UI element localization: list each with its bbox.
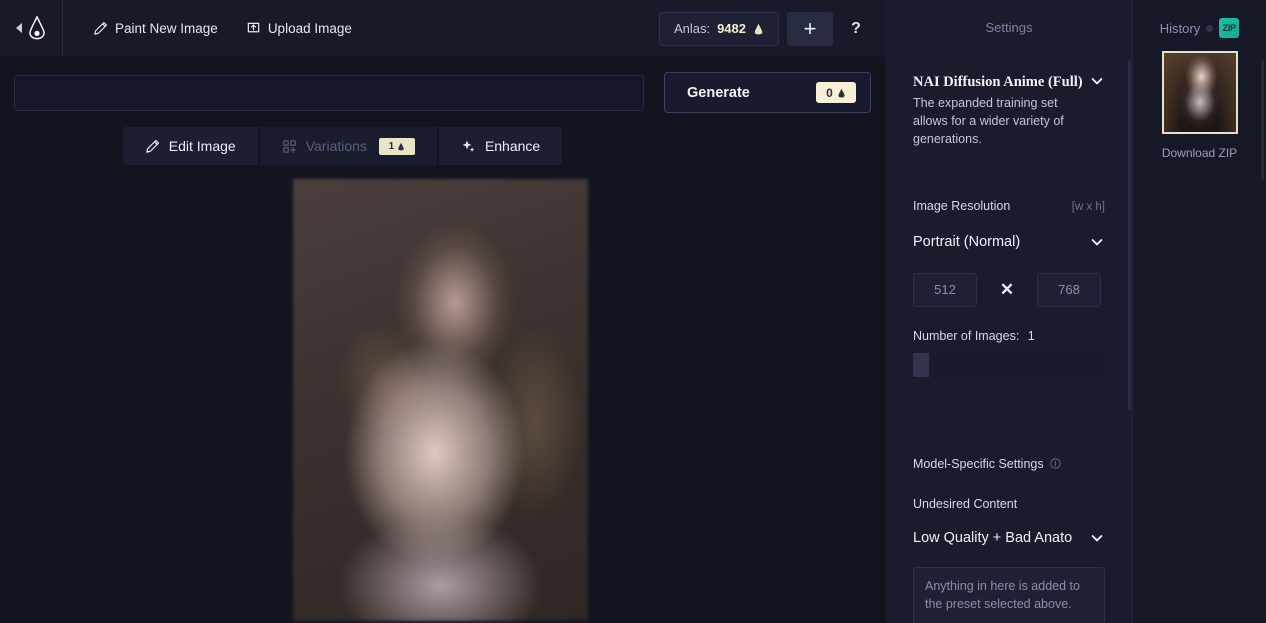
- main-workspace: Paint New Image Upload Image Anlas: 9482…: [0, 0, 885, 623]
- tab-enhance[interactable]: Enhance: [438, 127, 563, 165]
- height-input[interactable]: [1037, 272, 1101, 307]
- history-scrollbar[interactable]: [1261, 60, 1264, 180]
- sparkle-icon: [462, 140, 475, 152]
- model-name: NAI Diffusion Anime (Full): [913, 74, 1083, 90]
- anlas-icon: [398, 142, 404, 150]
- variations-cost-value: 1: [388, 140, 395, 152]
- mode-tabs: Edit Image Variations 1 Enhance: [0, 127, 885, 165]
- download-zip-link[interactable]: Download ZIP: [1133, 146, 1266, 160]
- image-stage: [0, 165, 885, 623]
- novelai-logo[interactable]: [27, 16, 47, 40]
- tab-variations[interactable]: Variations 1: [259, 127, 437, 165]
- slider-track: [929, 352, 1105, 377]
- history-status-dot: [1206, 24, 1214, 32]
- anlas-icon: [838, 88, 845, 97]
- plus-icon: +: [803, 15, 817, 41]
- dimension-row: ✕: [913, 272, 1105, 307]
- number-of-images-slider[interactable]: [913, 352, 1105, 377]
- undesired-content-preset-value: Low Quality + Bad Anato: [913, 529, 1073, 546]
- pencil-icon: [94, 21, 108, 35]
- model-description: The expanded training set allows for a w…: [913, 96, 1064, 147]
- model-text-block: NAI Diffusion Anime (Full) The expanded …: [913, 73, 1083, 149]
- grid-plus-icon: [283, 139, 296, 153]
- width-input[interactable]: [913, 272, 977, 307]
- prompt-row: Generate 0: [0, 57, 885, 113]
- upload-image-label: Upload Image: [267, 20, 352, 36]
- resolution-preset-select[interactable]: Portrait (Normal): [913, 225, 1105, 259]
- info-icon[interactable]: [1049, 458, 1061, 469]
- generated-image-preview[interactable]: [292, 179, 588, 621]
- toolbar-account-actions: Anlas: 9482 + ?: [658, 0, 871, 57]
- help-button[interactable]: ?: [841, 12, 871, 46]
- resolution-label: Image Resolution: [913, 198, 1011, 213]
- chevron-down-icon: [1091, 238, 1103, 245]
- chevron-down-icon: [1091, 534, 1103, 541]
- number-of-images-label: Number of Images:: [913, 328, 1020, 343]
- settings-scrollbar[interactable]: [1128, 60, 1131, 410]
- resolution-hint: [w x h]: [1071, 200, 1105, 213]
- number-of-images-value: 1: [1027, 328, 1035, 343]
- undesired-content-label: Undesired Content: [913, 496, 1018, 511]
- pencil-icon: [146, 139, 159, 153]
- toolbar-actions: Paint New Image Upload Image: [81, 11, 364, 45]
- top-toolbar: Paint New Image Upload Image Anlas: 9482…: [0, 0, 885, 57]
- slider-fill: [913, 352, 929, 377]
- undesired-content-textarea[interactable]: [913, 566, 1105, 623]
- upload-icon: [247, 22, 260, 32]
- resolution-preset-value: Portrait (Normal): [913, 233, 1021, 250]
- history-thumbnail-list: [1161, 51, 1238, 134]
- caret-left-icon[interactable]: [15, 23, 22, 33]
- tab-variations-label: Variations: [305, 138, 367, 154]
- anlas-balance[interactable]: Anlas: 9482: [658, 11, 779, 46]
- upload-image-button[interactable]: Upload Image: [234, 11, 364, 45]
- model-specific-settings-label: Model-Specific Settings: [913, 456, 1044, 471]
- paint-new-image-label: Paint New Image: [115, 20, 218, 36]
- history-title: History: [1159, 20, 1201, 36]
- dimension-separator-icon: ✕: [999, 279, 1015, 299]
- anlas-label: Anlas:: [673, 21, 711, 36]
- settings-panel-title: Settings: [985, 20, 1033, 35]
- generate-cost-value: 0: [826, 85, 833, 100]
- generate-label: Generate: [687, 84, 750, 101]
- paint-new-image-button[interactable]: Paint New Image: [81, 11, 230, 45]
- zip-icon-label: ZIP: [1222, 23, 1236, 33]
- anlas-icon: [754, 23, 763, 34]
- model-selector[interactable]: NAI Diffusion Anime (Full) The expanded …: [913, 73, 1105, 149]
- tab-edit-image-label: Edit Image: [168, 138, 236, 154]
- history-thumbnail[interactable]: [1161, 51, 1238, 134]
- tab-enhance-label: Enhance: [484, 138, 541, 154]
- generate-cost-badge: 0: [816, 82, 856, 103]
- resolution-header: Image Resolution [w x h]: [913, 199, 1105, 213]
- question-mark-icon: ?: [851, 19, 861, 37]
- add-anlas-button[interactable]: +: [787, 11, 833, 46]
- prompt-input[interactable]: [14, 75, 644, 111]
- undesired-content-preset-select[interactable]: Low Quality + Bad Anato: [913, 521, 1105, 555]
- toolbar-divider: [62, 0, 63, 57]
- settings-scroll-area[interactable]: NAI Diffusion Anime (Full) The expanded …: [885, 73, 1133, 623]
- model-specific-settings-header: Model-Specific Settings: [913, 457, 1105, 471]
- history-header: History ZIP: [1133, 18, 1266, 38]
- settings-panel: Settings NAI Diffusion Anime (Full) The …: [885, 0, 1133, 623]
- zip-icon[interactable]: ZIP: [1219, 18, 1240, 38]
- anlas-value: 9482: [717, 21, 746, 36]
- generate-button[interactable]: Generate 0: [664, 72, 871, 113]
- variations-cost-badge: 1: [378, 137, 415, 155]
- tab-edit-image[interactable]: Edit Image: [122, 127, 258, 165]
- chevron-down-icon: [1091, 78, 1103, 85]
- history-panel: History ZIP Download ZIP: [1133, 0, 1266, 623]
- number-of-images-row: Number of Images: 1: [913, 329, 1105, 343]
- logo-group: [0, 0, 62, 56]
